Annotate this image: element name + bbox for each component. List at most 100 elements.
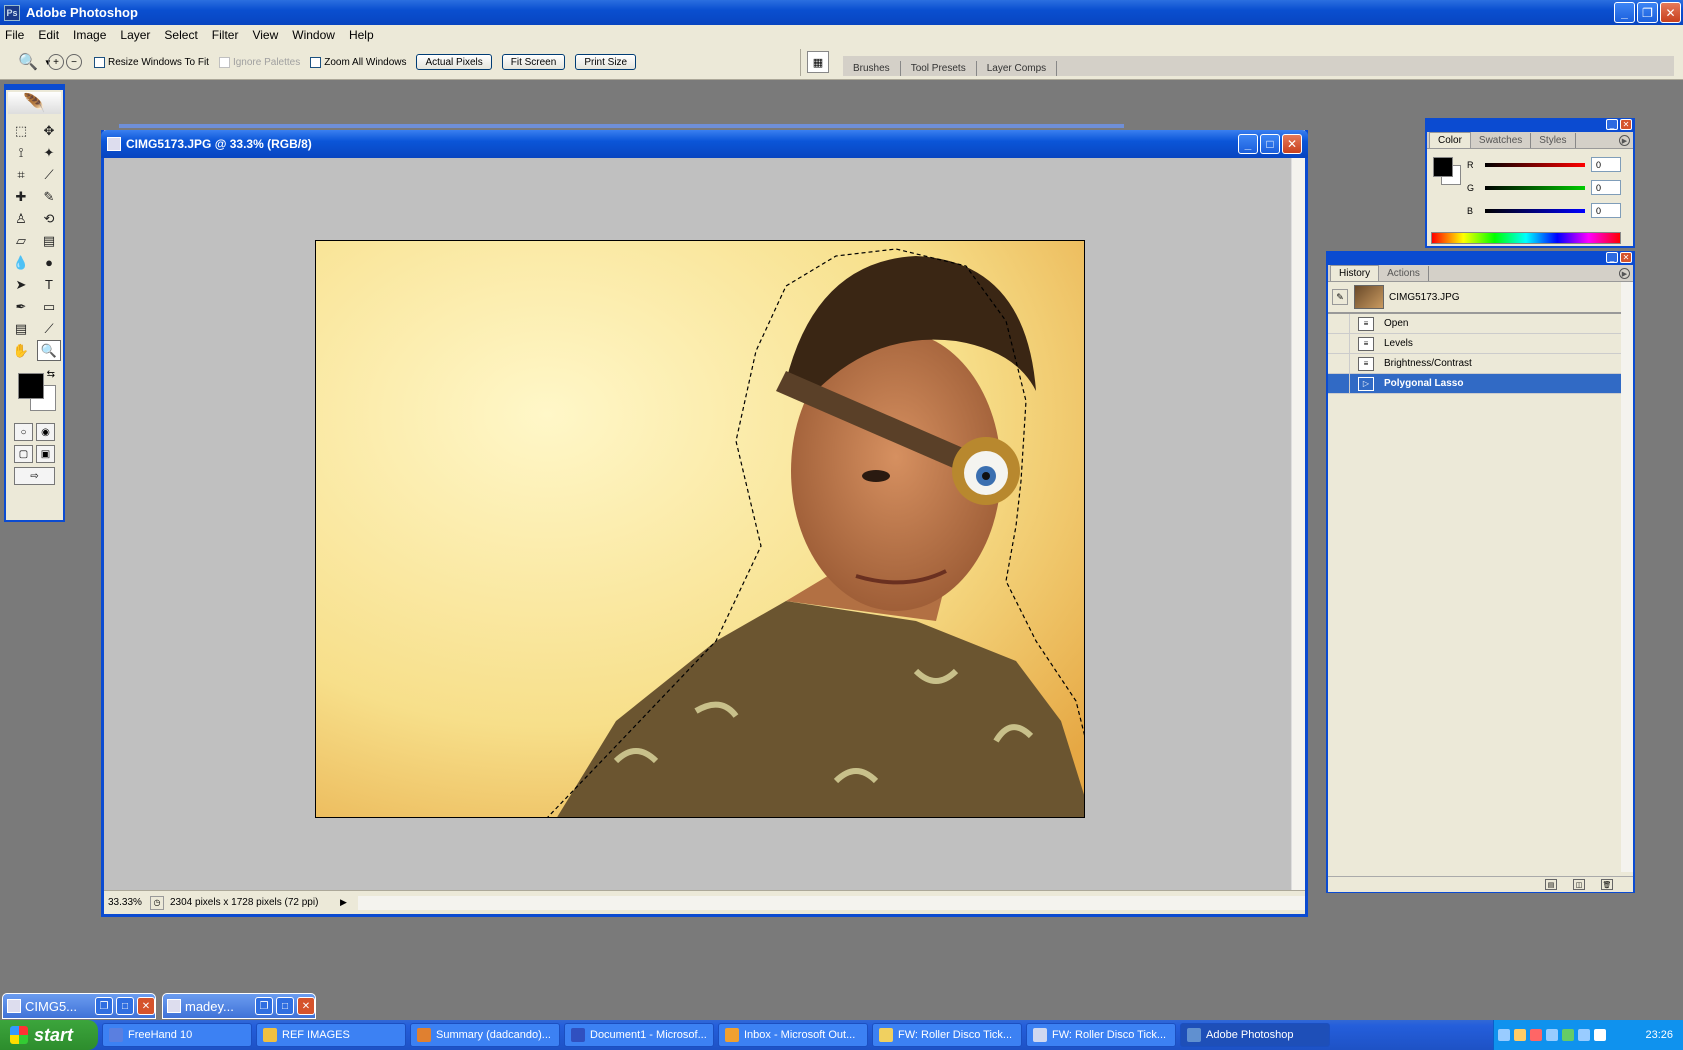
- menu-edit[interactable]: Edit: [38, 28, 59, 42]
- rectangle-tool-icon[interactable]: ▭: [37, 296, 61, 317]
- swap-colors-icon[interactable]: ⇆: [47, 369, 55, 380]
- actual-pixels-button[interactable]: Actual Pixels: [416, 54, 492, 70]
- tab-color[interactable]: Color: [1429, 132, 1471, 148]
- network-icon[interactable]: [1578, 1029, 1590, 1041]
- doc-maximize-button[interactable]: □: [1260, 134, 1280, 154]
- gradient-tool-icon[interactable]: ▤: [37, 230, 61, 251]
- path-selection-tool-icon[interactable]: ➤: [9, 274, 33, 295]
- taskbar-item[interactable]: Document1 - Microsof...: [564, 1023, 714, 1047]
- status-menu-arrow-icon[interactable]: ▶: [340, 897, 352, 908]
- history-panel-close-icon[interactable]: ✕: [1620, 252, 1632, 263]
- close-icon[interactable]: ✕: [297, 997, 315, 1015]
- menu-file[interactable]: File: [5, 28, 24, 42]
- volume-icon[interactable]: [1594, 1029, 1606, 1041]
- print-size-button[interactable]: Print Size: [575, 54, 637, 70]
- slice-tool-icon[interactable]: ⟋: [37, 164, 61, 185]
- zoom-level[interactable]: 33.33%: [104, 897, 144, 908]
- restore-icon[interactable]: ❐: [255, 997, 273, 1015]
- restore-icon[interactable]: ❐: [95, 997, 113, 1015]
- blue-slider[interactable]: B 0: [1467, 203, 1621, 218]
- close-button[interactable]: ✕: [1660, 2, 1681, 23]
- tab-swatches[interactable]: Swatches: [1471, 133, 1532, 148]
- history-brush-tool-icon[interactable]: ⟲: [37, 208, 61, 229]
- red-value-field[interactable]: 0: [1591, 157, 1621, 172]
- eyedropper-tool-icon[interactable]: ⟋: [37, 318, 61, 339]
- taskbar-item[interactable]: FreeHand 10: [102, 1023, 252, 1047]
- tab-brushes[interactable]: Brushes: [843, 61, 901, 76]
- crop-tool-icon[interactable]: ⌗: [9, 164, 33, 185]
- menu-view[interactable]: View: [252, 28, 278, 42]
- zoom-in-icon[interactable]: +: [48, 54, 64, 70]
- tab-history[interactable]: History: [1330, 265, 1380, 281]
- taskbar-item[interactable]: Summary (dadcando)...: [410, 1023, 560, 1047]
- foreground-color-swatch[interactable]: [18, 373, 44, 399]
- red-slider[interactable]: R 0: [1467, 157, 1621, 172]
- quick-mask-icon[interactable]: ◉: [36, 423, 55, 441]
- maximize-icon[interactable]: □: [116, 997, 134, 1015]
- color-panel-close-icon[interactable]: ✕: [1620, 119, 1632, 130]
- start-button[interactable]: start: [0, 1020, 98, 1050]
- tab-actions[interactable]: Actions: [1379, 266, 1429, 281]
- clone-stamp-tool-icon[interactable]: ♙: [9, 208, 33, 229]
- doc-close-button[interactable]: ✕: [1282, 134, 1302, 154]
- restore-button[interactable]: ❐: [1637, 2, 1658, 23]
- dodge-tool-icon[interactable]: ●: [37, 252, 61, 273]
- delete-state-icon[interactable]: 🗑: [1601, 879, 1613, 890]
- hand-tool-icon[interactable]: ✋: [9, 340, 33, 361]
- magic-wand-tool-icon[interactable]: ✦: [37, 142, 61, 163]
- tray-icon[interactable]: [1562, 1029, 1574, 1041]
- horizontal-scrollbar[interactable]: [358, 895, 1305, 910]
- history-scrollbar[interactable]: [1621, 282, 1633, 872]
- zoom-out-icon[interactable]: −: [66, 54, 82, 70]
- tray-icon[interactable]: [1546, 1029, 1558, 1041]
- green-slider[interactable]: G 0: [1467, 180, 1621, 195]
- menu-image[interactable]: Image: [73, 28, 106, 42]
- zoom-tool-preset-icon[interactable]: 🔍 ▼: [18, 51, 52, 73]
- color-panel-menu-icon[interactable]: ▶: [1619, 135, 1630, 146]
- color-panel-minimize-icon[interactable]: _: [1606, 119, 1618, 130]
- history-item-polygonal-lasso[interactable]: ▷ Polygonal Lasso: [1328, 373, 1633, 394]
- taskbar-item[interactable]: FW: Roller Disco Tick...: [1026, 1023, 1176, 1047]
- new-snapshot-icon[interactable]: ◫: [1573, 879, 1585, 890]
- marquee-tool-icon[interactable]: ⬚: [9, 120, 33, 141]
- minimized-window-2[interactable]: madey... ❐ □ ✕: [162, 993, 316, 1019]
- fit-screen-button[interactable]: Fit Screen: [501, 54, 566, 70]
- blue-value-field[interactable]: 0: [1591, 203, 1621, 218]
- taskbar-item[interactable]: Adobe Photoshop: [1180, 1023, 1330, 1047]
- screen-mode-standard-icon[interactable]: ▢: [14, 445, 33, 463]
- new-document-from-state-icon[interactable]: ▤: [1545, 879, 1557, 890]
- history-brush-source-icon[interactable]: ✎: [1332, 289, 1348, 305]
- tab-tool-presets[interactable]: Tool Presets: [901, 61, 977, 76]
- history-item-brightness-contrast[interactable]: ≡ Brightness/Contrast: [1328, 353, 1633, 374]
- brush-tool-icon[interactable]: ✎: [37, 186, 61, 207]
- doc-minimize-button[interactable]: _: [1238, 134, 1258, 154]
- blur-tool-icon[interactable]: 💧: [9, 252, 33, 273]
- menu-filter[interactable]: Filter: [212, 28, 239, 42]
- color-ramp[interactable]: [1431, 232, 1621, 244]
- history-panel-minimize-icon[interactable]: _: [1606, 252, 1618, 263]
- vertical-scrollbar[interactable]: [1291, 158, 1305, 891]
- minimize-button[interactable]: _: [1614, 2, 1635, 23]
- status-info-icon[interactable]: ◷: [150, 895, 164, 910]
- history-item-levels[interactable]: ≡ Levels: [1328, 333, 1633, 354]
- zoom-all-windows-checkbox[interactable]: Zoom All Windows: [310, 56, 406, 68]
- pen-tool-icon[interactable]: ✒: [9, 296, 33, 317]
- tray-icon[interactable]: [1498, 1029, 1510, 1041]
- maximize-icon[interactable]: □: [276, 997, 294, 1015]
- screen-mode-full-menu-icon[interactable]: ▣: [36, 445, 55, 463]
- standard-mode-icon[interactable]: ○: [14, 423, 33, 441]
- tab-styles[interactable]: Styles: [1531, 133, 1576, 148]
- healing-brush-tool-icon[interactable]: ✚: [9, 186, 33, 207]
- document-title-bar[interactable]: CIMG5173.JPG @ 33.3% (RGB/8) _ □ ✕: [101, 130, 1308, 158]
- image-canvas[interactable]: [315, 240, 1085, 818]
- resize-windows-checkbox[interactable]: Resize Windows To Fit: [94, 56, 209, 68]
- notes-tool-icon[interactable]: ▤: [9, 318, 33, 339]
- color-panel-foreground-swatch[interactable]: [1433, 157, 1453, 177]
- menu-select[interactable]: Select: [164, 28, 197, 42]
- green-value-field[interactable]: 0: [1591, 180, 1621, 195]
- history-panel-menu-icon[interactable]: ▶: [1619, 268, 1630, 279]
- tray-icon[interactable]: [1530, 1029, 1542, 1041]
- history-snapshot[interactable]: ✎ CIMG5173.JPG: [1328, 282, 1633, 314]
- menu-window[interactable]: Window: [292, 28, 335, 42]
- lasso-tool-icon[interactable]: ⟟: [9, 142, 33, 163]
